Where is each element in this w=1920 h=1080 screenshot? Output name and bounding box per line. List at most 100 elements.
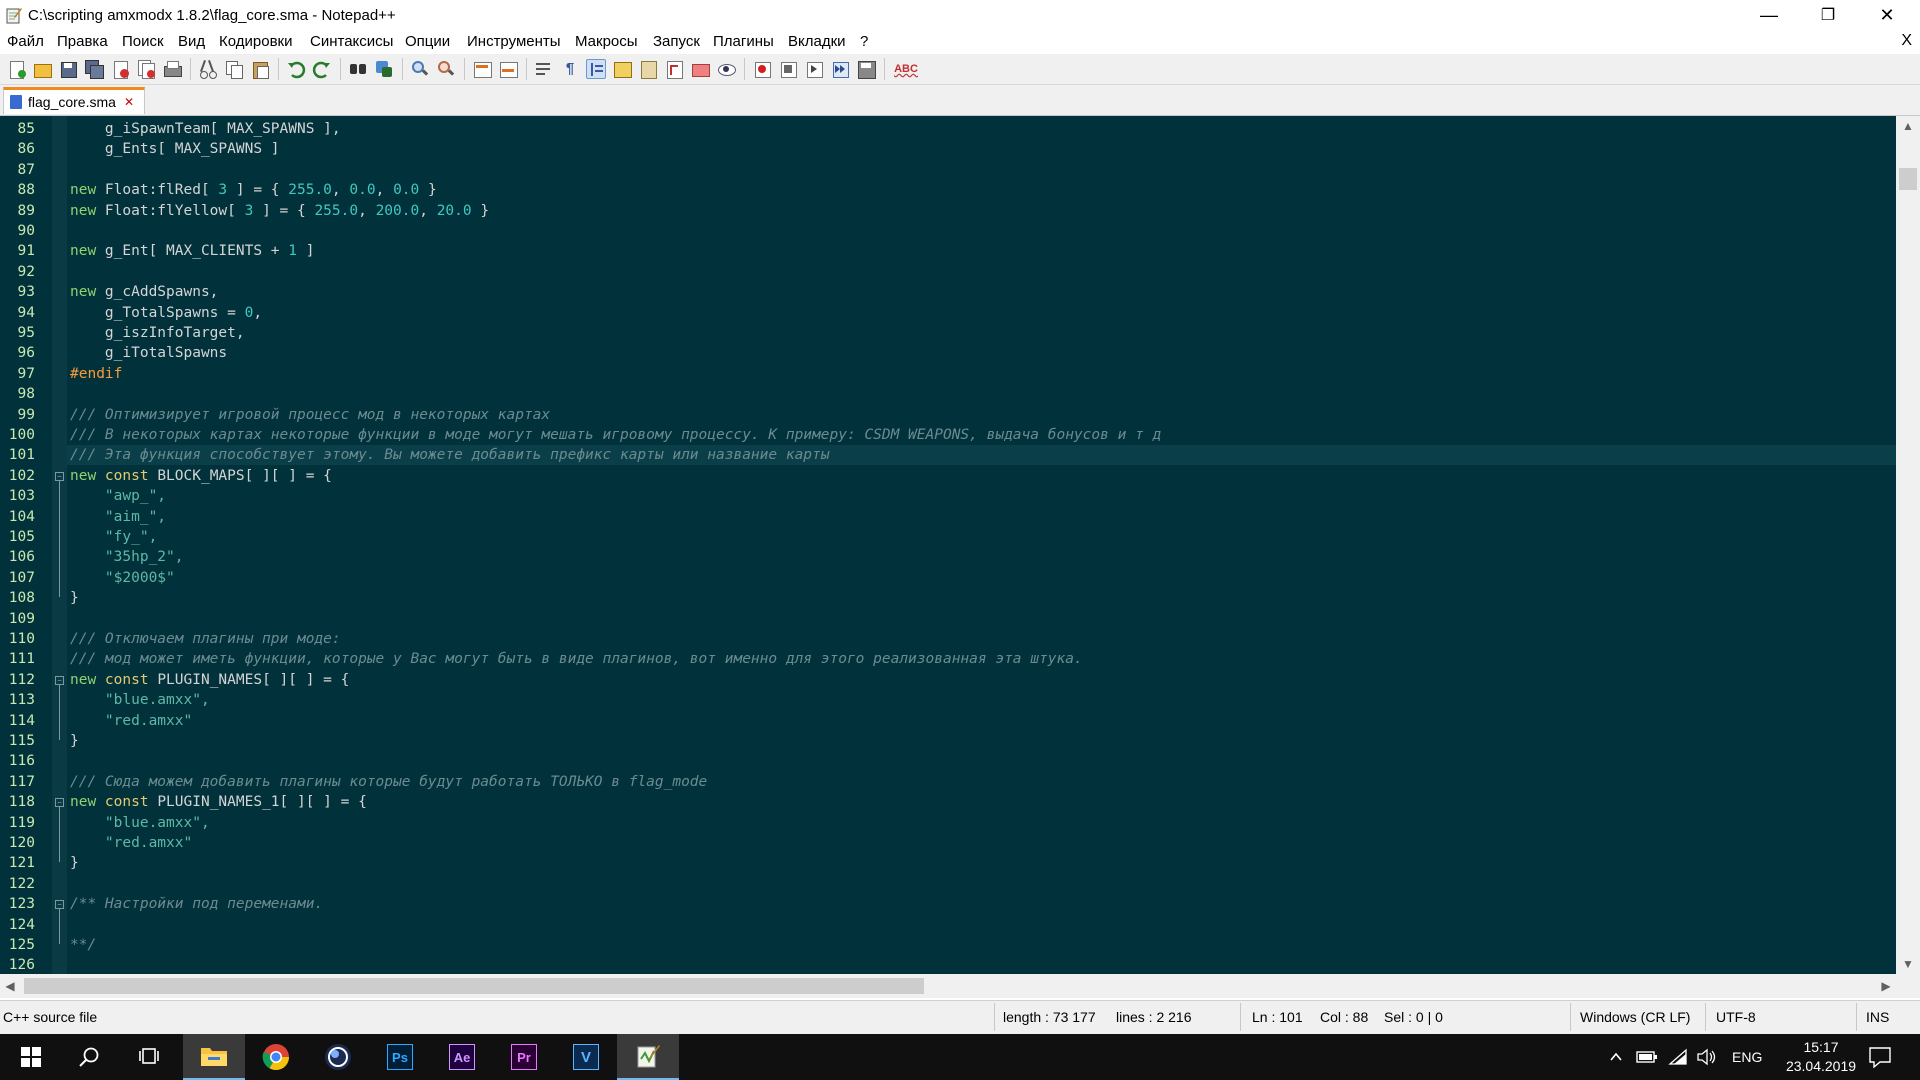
code-line[interactable] bbox=[70, 751, 1896, 771]
code-line[interactable]: "awp_", bbox=[70, 486, 1896, 506]
menu-search[interactable]: Поиск bbox=[122, 33, 164, 50]
maximize-button[interactable]: ❐ bbox=[1799, 0, 1857, 30]
horizontal-scrollbar[interactable]: ◀ ▶ bbox=[0, 974, 1896, 998]
code-line[interactable]: /// мод может иметь функции, которые у В… bbox=[70, 649, 1896, 669]
battery-icon[interactable] bbox=[1636, 1034, 1658, 1080]
code-line[interactable]: #endif bbox=[70, 364, 1896, 384]
new-file-icon[interactable] bbox=[6, 59, 26, 79]
code-line[interactable] bbox=[70, 609, 1896, 629]
start-button[interactable] bbox=[0, 1034, 62, 1080]
menu-view[interactable]: Вид bbox=[178, 33, 205, 50]
volume-icon[interactable] bbox=[1696, 1034, 1718, 1080]
code-area[interactable]: g_iSpawnTeam[ MAX_SPAWNS ], g_Ents[ MAX_… bbox=[70, 116, 1896, 974]
code-line[interactable]: } bbox=[70, 853, 1896, 873]
vertical-scroll-thumb[interactable] bbox=[1899, 168, 1917, 190]
taskbar-file-explorer[interactable] bbox=[183, 1034, 245, 1080]
menu-help[interactable]: ? bbox=[860, 33, 868, 50]
tab-flag-core[interactable]: flag_core.sma ✕ bbox=[3, 87, 145, 114]
code-line[interactable]: /// Отключаем плагины при моде: bbox=[70, 629, 1896, 649]
save-icon[interactable] bbox=[58, 59, 78, 79]
close-all-icon[interactable] bbox=[136, 59, 156, 79]
code-line[interactable] bbox=[70, 955, 1896, 974]
taskbar-vegas[interactable]: V bbox=[555, 1034, 617, 1080]
code-line[interactable]: new Float:flRed[ 3 ] = { 255.0, 0.0, 0.0… bbox=[70, 180, 1896, 200]
code-line[interactable]: "$2000$" bbox=[70, 568, 1896, 588]
code-line[interactable] bbox=[70, 160, 1896, 180]
horizontal-scroll-thumb[interactable] bbox=[24, 978, 924, 994]
code-line[interactable]: g_iSpawnTeam[ MAX_SPAWNS ], bbox=[70, 119, 1896, 139]
menu-run[interactable]: Запуск bbox=[653, 33, 700, 50]
taskbar-premiere[interactable]: Pr bbox=[493, 1034, 555, 1080]
redo-icon[interactable] bbox=[312, 59, 332, 79]
search-button[interactable] bbox=[58, 1034, 120, 1080]
sync-horizontal-icon[interactable] bbox=[498, 59, 518, 79]
code-line[interactable]: "red.amxx" bbox=[70, 833, 1896, 853]
run-macro-multiple-icon[interactable] bbox=[830, 59, 850, 79]
user-defined-language-icon[interactable] bbox=[612, 59, 632, 79]
menu-tabs[interactable]: Вкладки bbox=[788, 33, 846, 50]
save-macro-icon[interactable] bbox=[856, 59, 876, 79]
play-macro-icon[interactable] bbox=[804, 59, 824, 79]
stop-record-icon[interactable] bbox=[778, 59, 798, 79]
fold-toggle-icon[interactable]: − bbox=[55, 675, 64, 685]
code-line[interactable]: g_TotalSpawns = 0, bbox=[70, 303, 1896, 323]
scroll-down-icon[interactable]: ▼ bbox=[1896, 954, 1920, 974]
fold-toggle-icon[interactable]: − bbox=[55, 900, 64, 910]
clock[interactable]: 15:17 23.04.2019 bbox=[1776, 1034, 1866, 1080]
word-wrap-icon[interactable] bbox=[534, 59, 554, 79]
menu-file[interactable]: Файл bbox=[7, 33, 44, 50]
open-file-icon[interactable] bbox=[32, 59, 52, 79]
scroll-up-icon[interactable]: ▲ bbox=[1896, 116, 1920, 136]
sync-vertical-icon[interactable] bbox=[472, 59, 492, 79]
function-list-icon[interactable] bbox=[664, 59, 684, 79]
notification-icon[interactable] bbox=[1868, 1034, 1892, 1080]
code-line[interactable]: "35hp_2", bbox=[70, 547, 1896, 567]
paste-icon[interactable] bbox=[250, 59, 270, 79]
tab-close-icon[interactable]: ✕ bbox=[124, 95, 134, 109]
menu-edit[interactable]: Правка bbox=[57, 33, 108, 50]
code-line[interactable]: new Float:flYellow[ 3 ] = { 255.0, 200.0… bbox=[70, 201, 1896, 221]
code-line[interactable]: new const PLUGIN_NAMES[ ][ ] = { bbox=[70, 670, 1896, 690]
tray-chevron-icon[interactable] bbox=[1608, 1034, 1624, 1080]
monitoring-icon[interactable] bbox=[716, 59, 736, 79]
close-file-icon[interactable] bbox=[110, 59, 130, 79]
taskbar-cinema4d[interactable] bbox=[307, 1034, 369, 1080]
code-line[interactable]: /// В некоторых картах некоторые функции… bbox=[70, 425, 1896, 445]
menu-options[interactable]: Опции bbox=[405, 33, 450, 50]
show-all-chars-icon[interactable]: ¶ bbox=[560, 59, 580, 79]
code-line[interactable]: } bbox=[70, 588, 1896, 608]
close-button[interactable]: ✕ bbox=[1858, 0, 1916, 30]
undo-icon[interactable] bbox=[286, 59, 306, 79]
code-line[interactable]: new g_Ent[ MAX_CLIENTS + 1 ] bbox=[70, 241, 1896, 261]
fold-margin[interactable]: − − − − bbox=[52, 116, 67, 974]
language-indicator[interactable]: ENG bbox=[1732, 1034, 1762, 1080]
code-line[interactable] bbox=[70, 221, 1896, 241]
menu-syntax[interactable]: Синтаксисы bbox=[310, 33, 393, 50]
menu-macros[interactable]: Макросы bbox=[575, 33, 638, 50]
code-line[interactable]: new const PLUGIN_NAMES_1[ ][ ] = { bbox=[70, 792, 1896, 812]
spell-check-icon[interactable]: ABC bbox=[892, 59, 920, 79]
minimize-button[interactable]: — bbox=[1740, 0, 1798, 30]
menu-tools[interactable]: Инструменты bbox=[467, 33, 561, 50]
cut-icon[interactable] bbox=[198, 59, 218, 79]
code-line[interactable] bbox=[70, 384, 1896, 404]
code-line[interactable]: **/ bbox=[70, 935, 1896, 955]
code-line[interactable]: "red.amxx" bbox=[70, 711, 1896, 731]
taskbar-photoshop[interactable]: Ps bbox=[369, 1034, 431, 1080]
record-macro-icon[interactable] bbox=[752, 59, 772, 79]
menu-encoding[interactable]: Кодировки bbox=[219, 33, 292, 50]
copy-icon[interactable] bbox=[224, 59, 244, 79]
print-icon[interactable] bbox=[162, 59, 182, 79]
code-line[interactable]: /// Эта функция способствует этому. Вы м… bbox=[70, 445, 1896, 465]
code-line[interactable] bbox=[70, 915, 1896, 935]
fold-toggle-icon[interactable]: − bbox=[55, 471, 64, 481]
code-line[interactable]: /** Настройки под переменами. bbox=[70, 894, 1896, 914]
code-line[interactable] bbox=[70, 874, 1896, 894]
code-line[interactable]: new const BLOCK_MAPS[ ][ ] = { bbox=[70, 466, 1896, 486]
menu-plugins[interactable]: Плагины bbox=[713, 33, 774, 50]
taskbar-after-effects[interactable]: Ae bbox=[431, 1034, 493, 1080]
code-line[interactable]: "fy_", bbox=[70, 527, 1896, 547]
fold-toggle-icon[interactable]: − bbox=[55, 798, 64, 808]
task-view-button[interactable] bbox=[118, 1034, 180, 1080]
code-line[interactable]: /// Оптимизирует игровой процесс мод в н… bbox=[70, 405, 1896, 425]
